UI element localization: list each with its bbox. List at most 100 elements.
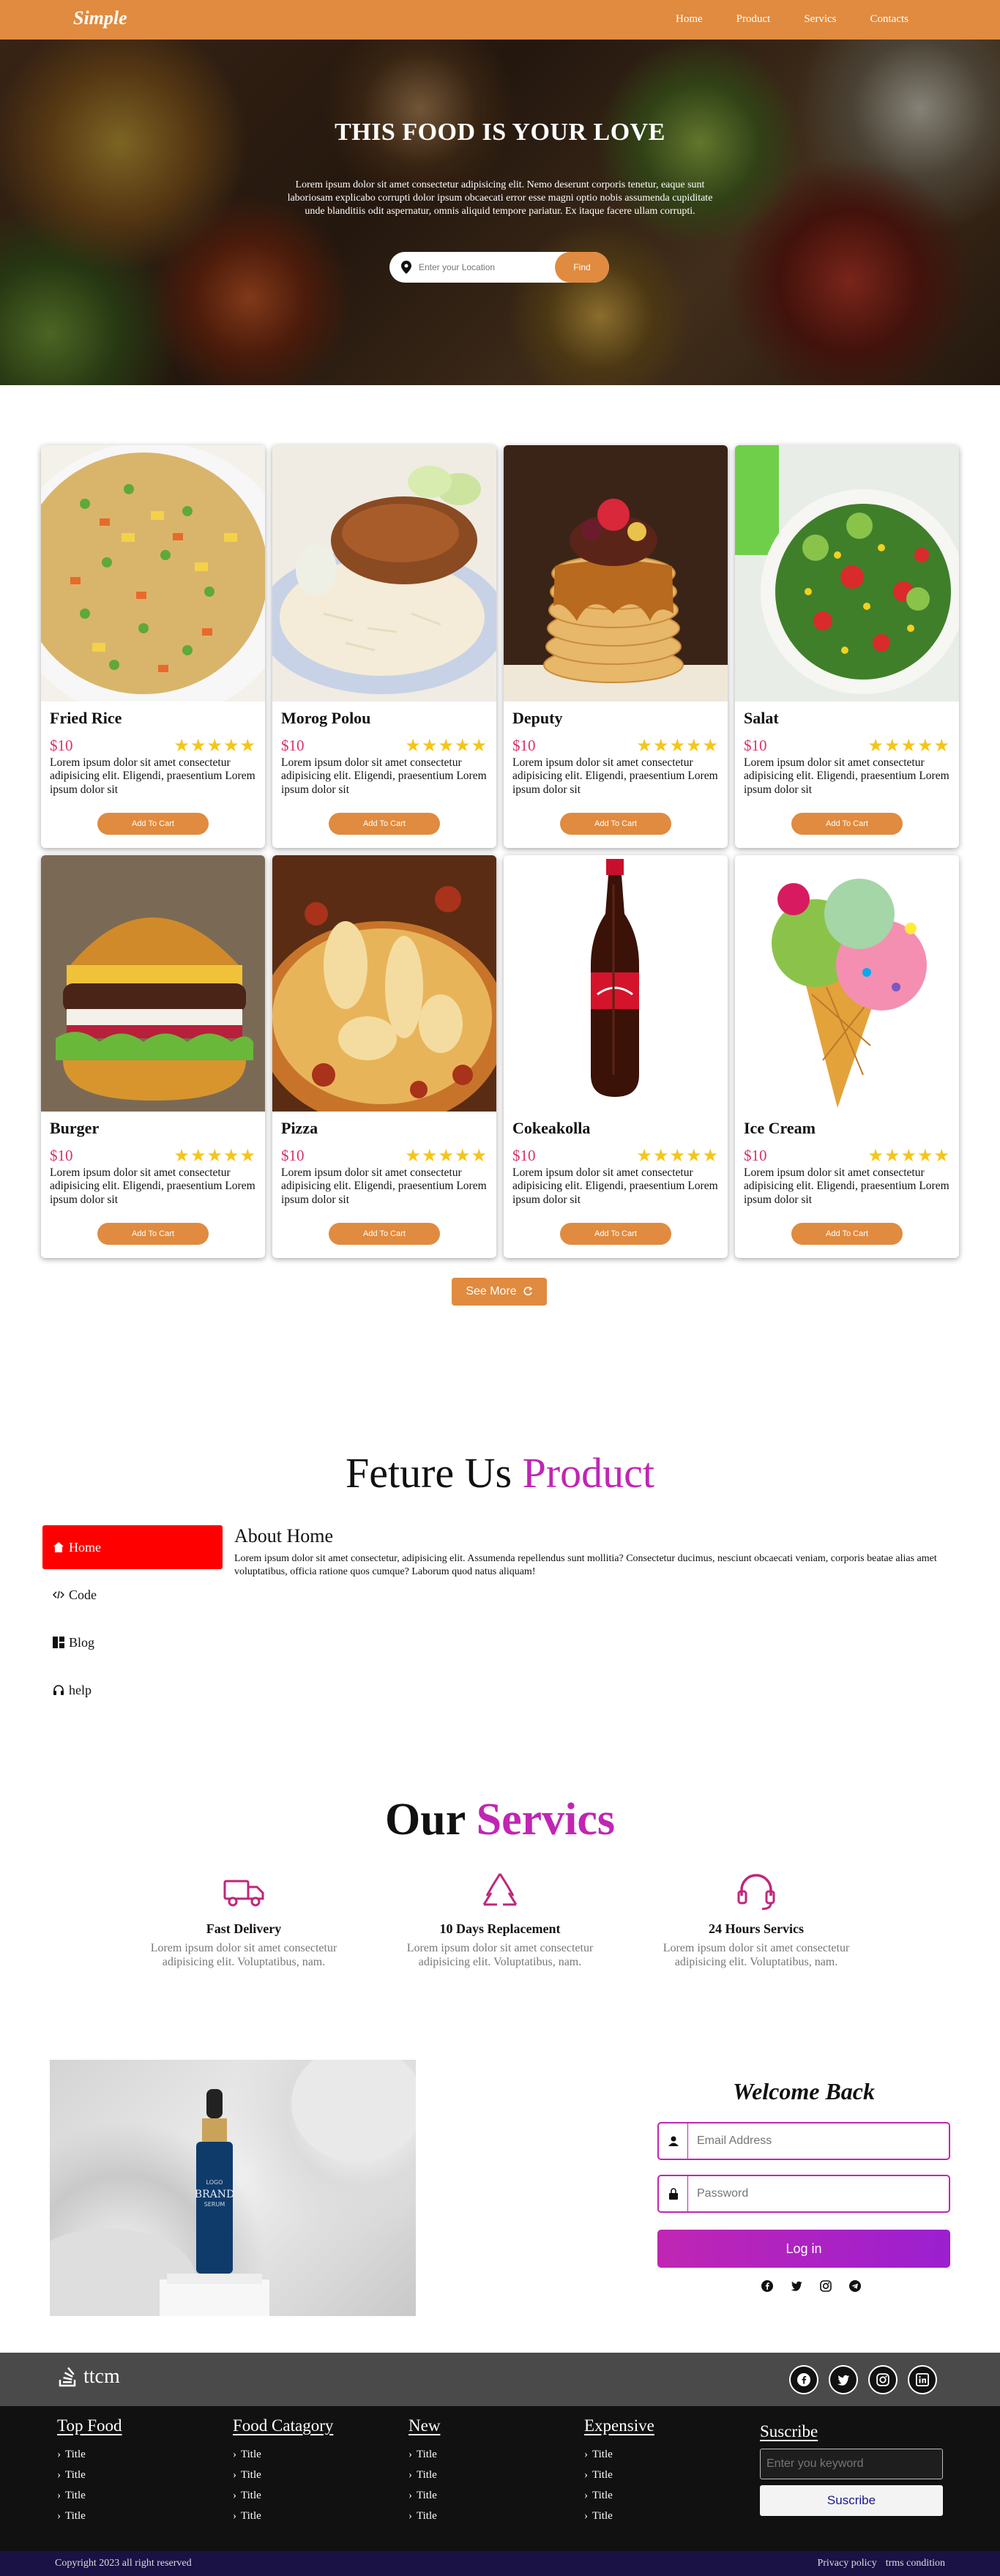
twitter-icon[interactable] [829, 2365, 858, 2394]
nav-link-services[interactable]: Servics [804, 13, 836, 26]
footer-link[interactable]: › Title [233, 2506, 333, 2526]
login-button[interactable]: Log in [657, 2230, 950, 2268]
truck-icon [223, 1880, 264, 1907]
add-to-cart-button[interactable]: Add To Cart [97, 813, 209, 835]
subscribe-heading: Suscribe [760, 2422, 818, 2441]
feature-title-accent: Product [522, 1449, 655, 1497]
add-to-cart-button[interactable]: Add To Cart [329, 813, 440, 835]
tab-help[interactable]: help [42, 1668, 223, 1712]
recycle-icon [482, 1873, 518, 1906]
nav-link-product[interactable]: Product [736, 13, 771, 26]
user-icon [659, 2123, 688, 2159]
facebook-icon[interactable] [760, 2279, 775, 2293]
subscribe-button[interactable]: Suscribe [760, 2485, 943, 2516]
footer-main: Top Food › Title › Title › Title › Title Foo… [0, 2406, 1000, 2551]
product-card: Morog Polou $10 ★★★★★ Lorem ipsum dolor … [272, 445, 496, 848]
see-more-button[interactable]: See More [452, 1278, 547, 1306]
footer-link[interactable]: › Title [57, 2485, 122, 2506]
footer-link-label: Title [241, 2509, 261, 2522]
nav-link-home[interactable]: Home [676, 13, 703, 26]
footer-link-label: Title [65, 2489, 86, 2501]
footer-link[interactable]: › Title [57, 2465, 122, 2485]
footer-link[interactable]: › Title [408, 2444, 440, 2465]
twitter-icon[interactable] [789, 2279, 804, 2293]
footer-link[interactable]: › Title [408, 2506, 440, 2526]
product-name: Ice Cream [744, 1119, 816, 1137]
top-navbar: Simple Home Product Servics Contacts [0, 0, 1000, 40]
service-title: 24 Hours Servics [709, 1921, 804, 1936]
chevron-right-icon: › [57, 2448, 61, 2460]
facebook-icon[interactable] [789, 2365, 818, 2394]
chevron-right-icon: › [57, 2489, 61, 2501]
footer-column-heading: Food Catagory [233, 2416, 334, 2435]
product-card: Pizza $10 ★★★★★ Lorem ipsum dolor sit am… [272, 855, 496, 1258]
product-price: $10 [50, 1147, 73, 1164]
subscribe-box: Suscribe Suscribe [760, 2422, 943, 2516]
product-name: Pizza [281, 1119, 318, 1137]
star-rating-icon: ★★★★★ [636, 1145, 719, 1166]
footer-link-label: Title [65, 2448, 86, 2460]
chevron-right-icon: › [584, 2468, 588, 2481]
footer-link[interactable]: › Title [233, 2444, 333, 2465]
add-to-cart-button[interactable]: Add To Cart [329, 1223, 440, 1245]
footer-link-label: Title [241, 2448, 261, 2460]
add-to-cart-button[interactable]: Add To Cart [791, 1223, 903, 1245]
privacy-policy-link[interactable]: Privacy policy [817, 2558, 876, 2569]
salat-image [735, 445, 959, 701]
nav-link-contacts[interactable]: Contacts [870, 13, 909, 26]
footer-link[interactable]: › Title [408, 2465, 440, 2485]
star-rating-icon: ★★★★★ [636, 735, 719, 756]
brand-logo[interactable]: Simple [73, 7, 127, 29]
add-to-cart-button[interactable]: Add To Cart [560, 813, 671, 835]
service-item: 24 Hours Servics Lorem ipsum dolor sit a… [646, 1871, 866, 1969]
terms-condition-link[interactable]: trms condition [886, 2558, 945, 2569]
footer-link[interactable]: › Title [57, 2506, 122, 2526]
telegram-icon[interactable] [848, 2279, 862, 2293]
star-rating-icon: ★★★★★ [867, 735, 950, 756]
footer-logo[interactable]: ttcm [57, 2365, 120, 2389]
footer-link[interactable]: › Title [584, 2444, 654, 2465]
add-to-cart-button[interactable]: Add To Cart [560, 1223, 671, 1245]
chevron-right-icon: › [233, 2468, 236, 2481]
tab-code[interactable]: Code [42, 1573, 223, 1617]
footer-column-heading: New [408, 2416, 441, 2435]
email-input[interactable] [697, 2133, 931, 2149]
footer-link[interactable]: › Title [233, 2485, 333, 2506]
product-description: Lorem ipsum dolor sit amet consectetur a… [50, 1166, 255, 1206]
password-input[interactable] [697, 2186, 931, 2202]
add-to-cart-button[interactable]: Add To Cart [791, 813, 903, 835]
linkedin-icon[interactable] [908, 2365, 937, 2394]
instagram-icon[interactable] [818, 2279, 833, 2293]
bottle-brand-text: BRAND [195, 2189, 234, 2200]
footer-link-label: Title [417, 2468, 437, 2481]
footer-link[interactable]: › Title [57, 2444, 122, 2465]
footer-link[interactable]: › Title [584, 2485, 654, 2506]
hero-text: Lorem ipsum dolor sit amet consectetur a… [287, 179, 713, 217]
serum-product-image: LOGO BRAND SERUM [50, 2060, 416, 2316]
footer-link-label: Title [592, 2509, 613, 2522]
add-to-cart-button[interactable]: Add To Cart [97, 1223, 209, 1245]
service-item: 10 Days Replacement Lorem ipsum dolor si… [390, 1871, 610, 1969]
find-button[interactable]: Find [555, 252, 609, 283]
footer-link-label: Title [592, 2489, 613, 2501]
product-price: $10 [512, 737, 536, 754]
footer-link[interactable]: › Title [584, 2465, 654, 2485]
tab-blog[interactable]: Blog [42, 1620, 223, 1664]
footer-bottom-bar: Copyright 2023 all right reserved Privac… [0, 2551, 1000, 2576]
pizza-image [272, 855, 496, 1112]
feature-tabs: Home Code Blog help [42, 1525, 223, 1716]
product-card: Salat $10 ★★★★★ Lorem ipsum dolor sit am… [735, 445, 959, 848]
instagram-icon[interactable] [868, 2365, 898, 2394]
footer-link[interactable]: › Title [233, 2465, 333, 2485]
house-icon [53, 1542, 64, 1552]
chevron-right-icon: › [408, 2489, 412, 2501]
location-input[interactable] [419, 259, 551, 275]
subscribe-input[interactable] [760, 2449, 943, 2479]
morog-polou-image [272, 445, 496, 701]
tab-home[interactable]: Home [42, 1525, 223, 1569]
footer-link[interactable]: › Title [584, 2506, 654, 2526]
product-price: $10 [281, 1147, 305, 1164]
service-description: Lorem ipsum dolor sit amet consectetur a… [663, 1942, 850, 1969]
serum-bottle-illustration: LOGO BRAND SERUM [50, 2060, 416, 2316]
footer-link[interactable]: › Title [408, 2485, 440, 2506]
